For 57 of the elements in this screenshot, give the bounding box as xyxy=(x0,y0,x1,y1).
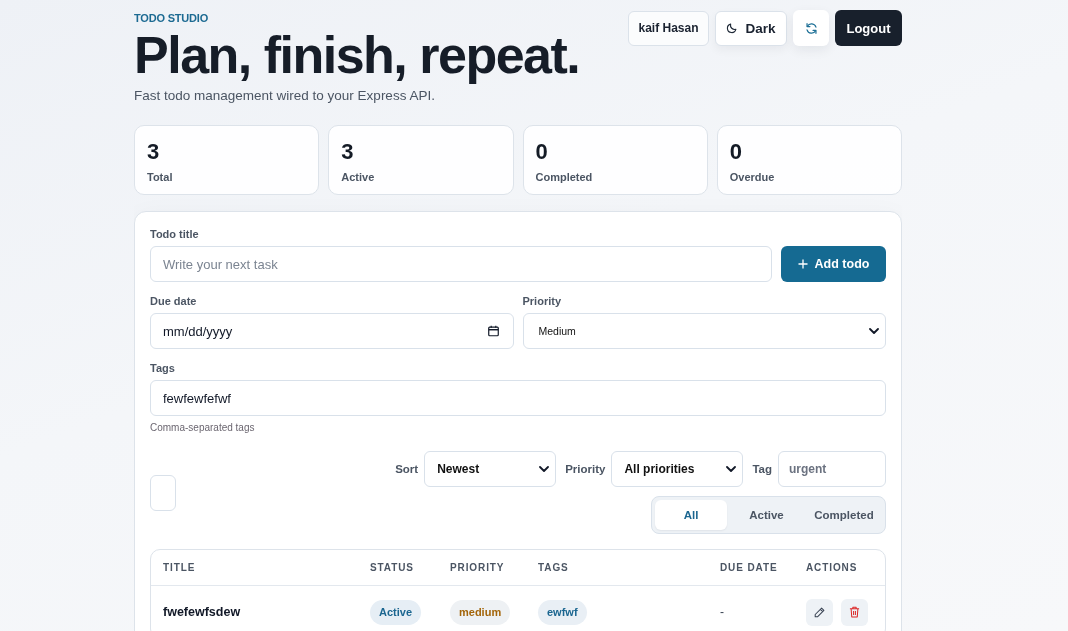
title-input[interactable]: Write your next task xyxy=(150,246,772,282)
chevron-down-icon xyxy=(869,328,879,334)
field-label: Tags xyxy=(150,361,176,375)
filter-tab[interactable]: Active xyxy=(727,500,806,530)
priority-badge: medium xyxy=(450,599,511,625)
stat-value: 0 xyxy=(535,139,549,165)
tag-filter-input[interactable]: urgent xyxy=(778,451,886,487)
edit-button[interactable] xyxy=(806,598,833,626)
moon-icon xyxy=(726,22,739,34)
chevron-down-icon xyxy=(726,466,737,472)
refresh-button[interactable] xyxy=(793,10,829,46)
priority-select[interactable]: Medium xyxy=(522,313,886,349)
due-date-text: - xyxy=(720,605,724,619)
status-badge: Active xyxy=(370,599,422,625)
field-label: Due date xyxy=(150,294,198,308)
refresh-icon xyxy=(804,21,818,35)
stat-label: Overdue xyxy=(729,170,776,184)
stat-label: Total xyxy=(147,170,174,184)
blank-field[interactable] xyxy=(150,474,176,511)
pencil-icon xyxy=(814,606,825,618)
stat-label: Active xyxy=(341,170,376,184)
stat-value: 0 xyxy=(729,139,743,165)
calendar-icon xyxy=(487,325,499,337)
chevron-down-icon xyxy=(539,466,550,472)
field-hint: Comma-separated tags xyxy=(150,422,256,434)
page-subtitle: Fast todo management wired to your Express API. xyxy=(134,87,436,105)
stat-value: 3 xyxy=(147,139,161,165)
stat-label: Completed xyxy=(535,170,594,184)
priority-filter-select[interactable]: All priorities xyxy=(611,451,744,487)
column-header: DUE DATE xyxy=(719,562,779,573)
filter-label: Tag xyxy=(752,463,772,475)
column-header: STATUS xyxy=(369,562,415,573)
column-header: PRIORITY xyxy=(449,562,506,573)
column-header: TITLE xyxy=(162,562,197,573)
theme-toggle-button[interactable]: Dark xyxy=(715,10,787,46)
field-label: Priority xyxy=(522,294,562,308)
delete-button[interactable] xyxy=(841,598,868,626)
filter-tab[interactable]: Completed xyxy=(806,500,882,530)
plus-icon xyxy=(797,259,808,269)
sort-select[interactable]: Newest xyxy=(424,451,557,487)
trash-icon xyxy=(849,606,860,618)
due-date-field[interactable]: mm/dd/yyyy xyxy=(150,313,514,349)
user-button[interactable]: kaif Hasan xyxy=(628,10,709,46)
column-header: ACTIONS xyxy=(805,562,859,573)
field-label: Todo title xyxy=(150,227,200,241)
add-todo-button[interactable]: Add todo xyxy=(781,246,886,282)
page-title: Plan, finish, repeat. xyxy=(134,27,580,83)
tags-input[interactable]: fewfewfefwf xyxy=(150,380,886,416)
filter-label: Sort xyxy=(395,463,419,475)
todo-title: fwefewfsdew xyxy=(163,605,241,619)
filter-label: Priority xyxy=(565,463,606,475)
brand-label: TODO STUDIO xyxy=(134,11,209,25)
filter-tab[interactable]: All xyxy=(655,500,727,530)
logout-button[interactable]: Logout xyxy=(835,10,902,46)
stat-value: 3 xyxy=(341,139,355,165)
tag-chip: ewfwf xyxy=(538,599,587,625)
column-header: TAGS xyxy=(537,562,570,573)
